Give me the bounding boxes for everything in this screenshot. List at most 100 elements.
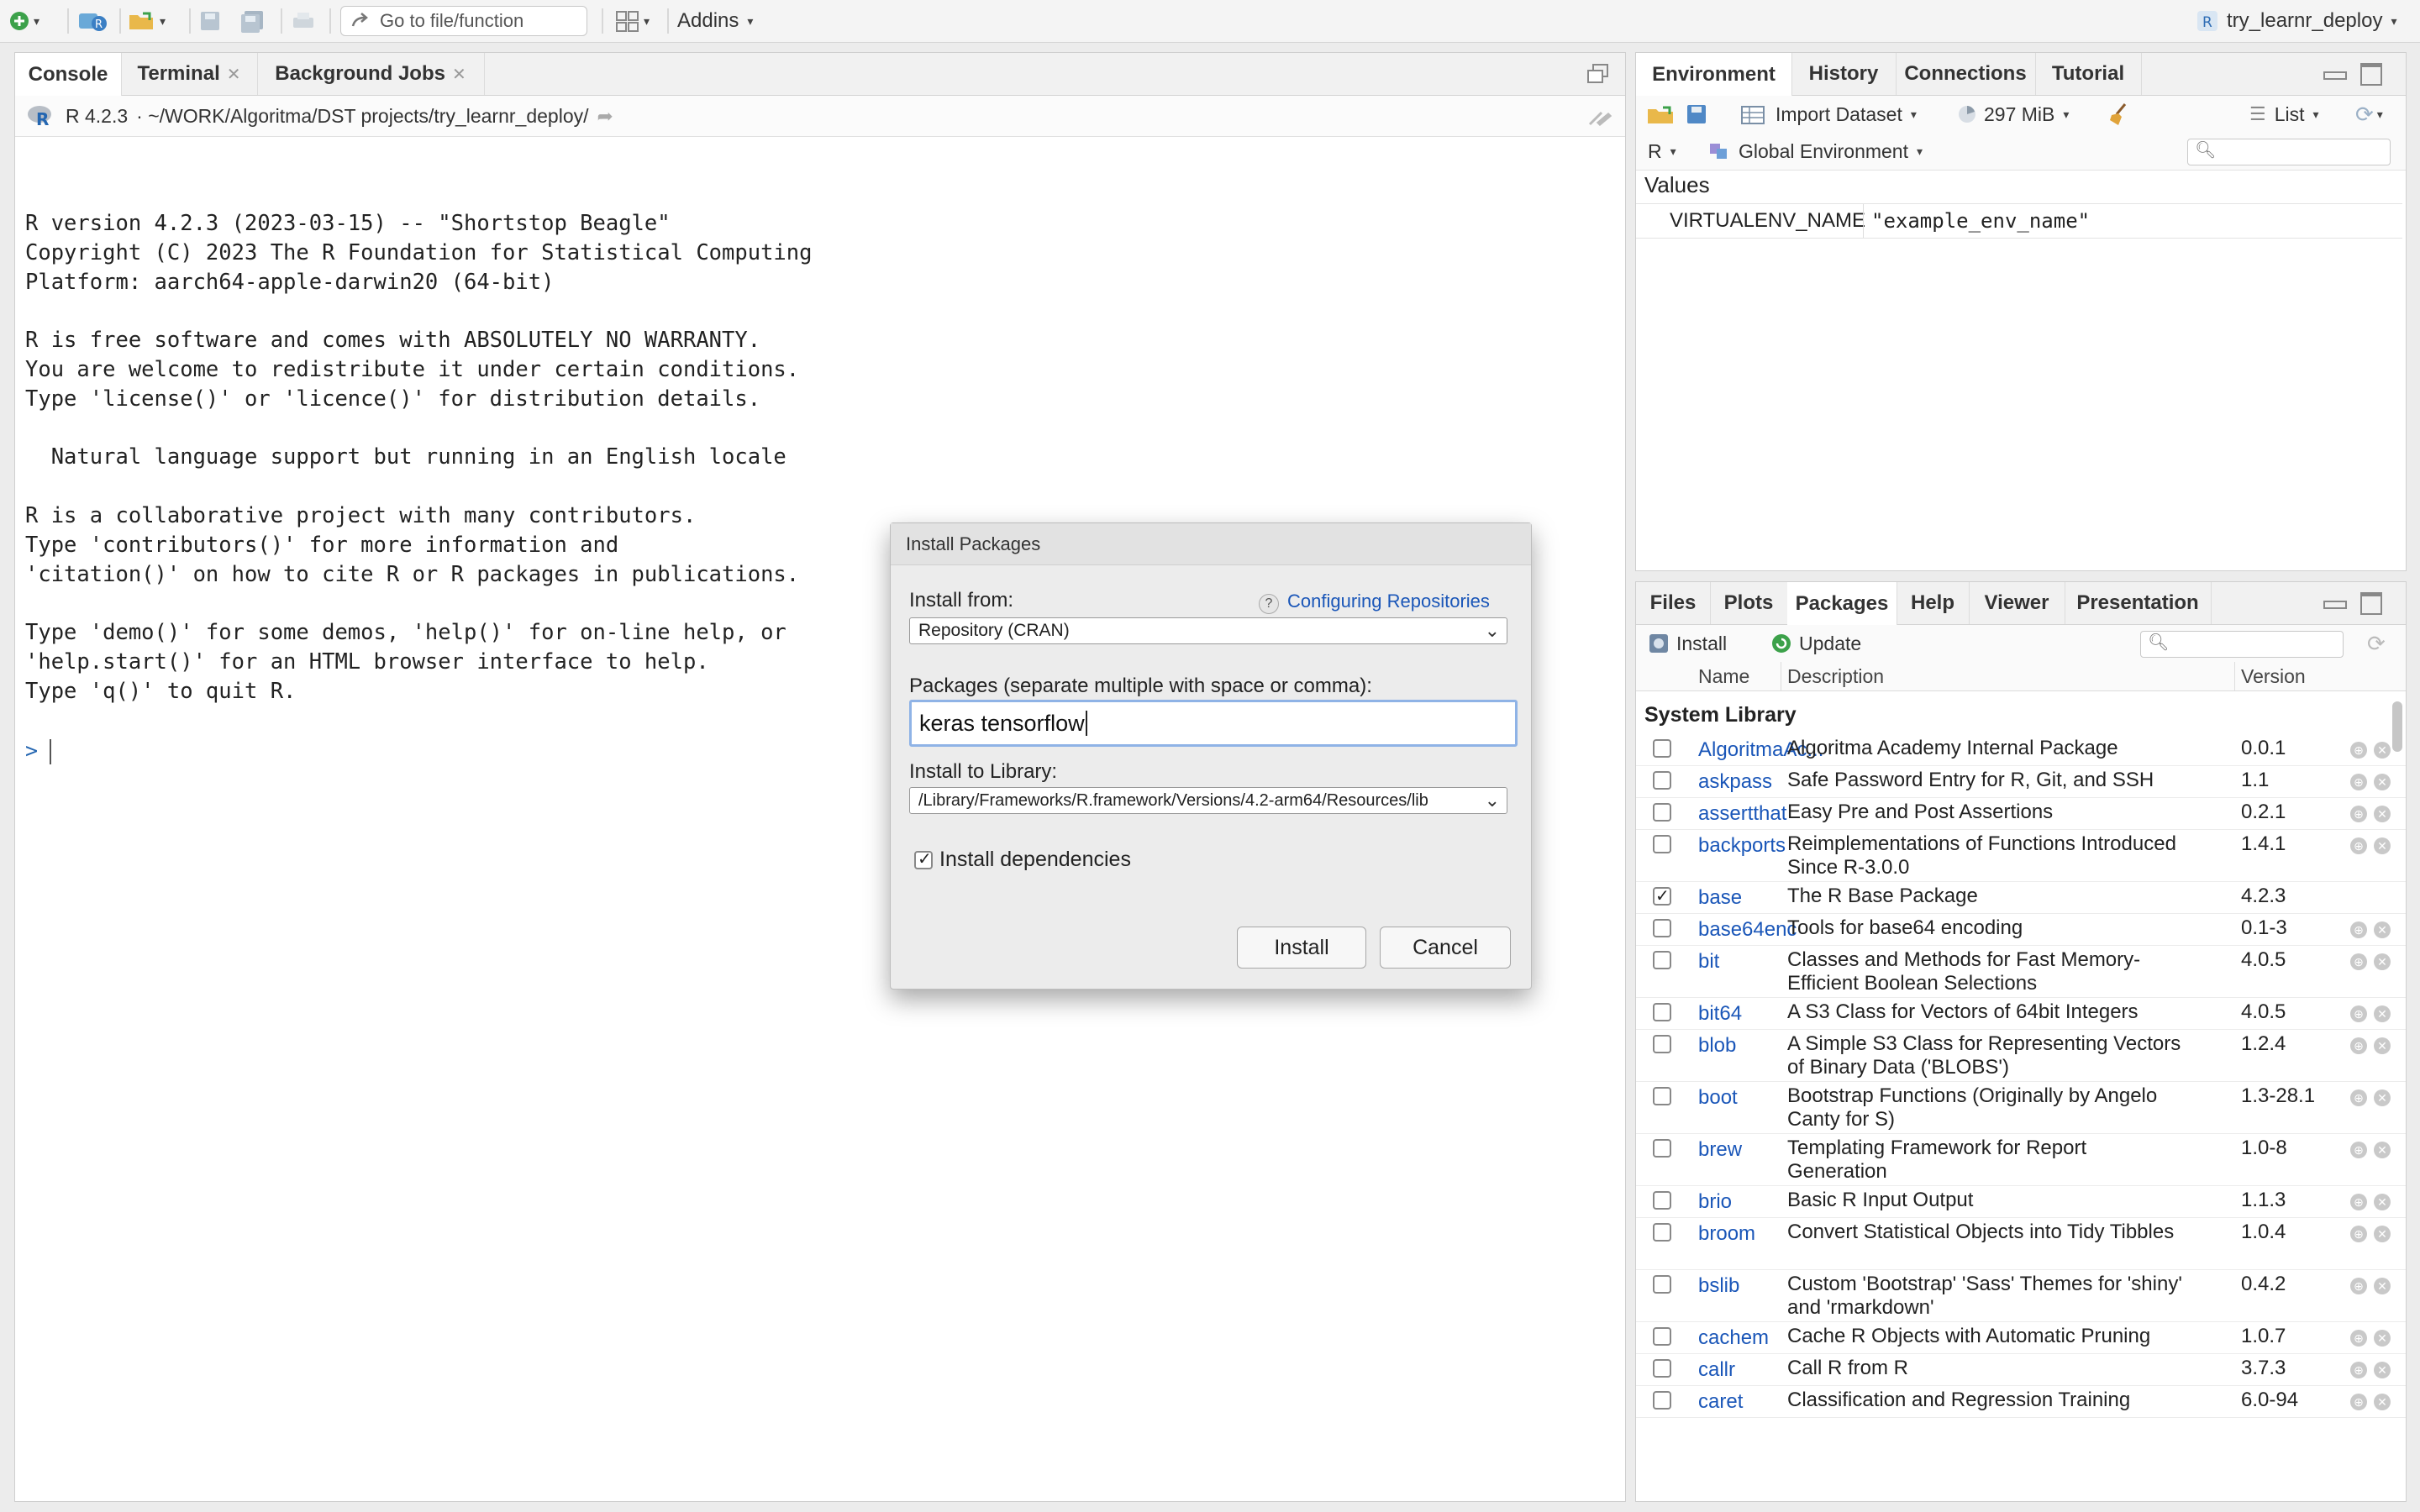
remove-package-icon[interactable]: ✕	[2374, 1226, 2391, 1242]
remove-package-icon[interactable]: ✕	[2374, 1037, 2391, 1054]
package-website-icon[interactable]: ⊕	[2350, 1362, 2367, 1378]
package-website-icon[interactable]: ⊕	[2350, 1005, 2367, 1022]
package-name-link[interactable]: brio	[1698, 1190, 1732, 1214]
package-name-link[interactable]: bslib	[1698, 1274, 1739, 1298]
configuring-repositories-link[interactable]: ? Configuring Repositories	[1259, 591, 1490, 614]
package-load-checkbox[interactable]	[1653, 835, 1671, 853]
column-name[interactable]: Name	[1698, 665, 1749, 688]
env-search-input[interactable]: 🔍︎	[2187, 139, 2391, 165]
remove-package-icon[interactable]: ✕	[2374, 1142, 2391, 1158]
remove-package-icon[interactable]: ✕	[2374, 1005, 2391, 1022]
package-load-checkbox[interactable]	[1653, 951, 1671, 969]
env-variable-row[interactable]: VIRTUALENV_NAME "example_env_name"	[1636, 203, 2402, 239]
package-name-link[interactable]: callr	[1698, 1358, 1735, 1382]
maximize-pane-button[interactable]	[2360, 592, 2382, 615]
import-dataset-menu[interactable]: Import Dataset ▾	[1740, 96, 1917, 133]
column-description[interactable]: Description	[1787, 665, 1884, 688]
package-name-link[interactable]: bit	[1698, 950, 1719, 974]
refresh-env-button[interactable]: ⟳ ▾	[2355, 96, 2383, 133]
new-project-button[interactable]: R	[77, 8, 109, 34]
console-prompt[interactable]: >	[25, 738, 52, 764]
package-load-checkbox[interactable]	[1653, 1275, 1671, 1294]
maximize-pane-button[interactable]	[2360, 63, 2382, 86]
install-button[interactable]: Install	[1237, 927, 1366, 969]
tab-plots[interactable]: Plots	[1710, 582, 1788, 624]
remove-package-icon[interactable]: ✕	[2374, 953, 2391, 970]
tab-environment[interactable]: Environment	[1636, 53, 1792, 96]
save-workspace-button[interactable]	[1685, 96, 1708, 133]
package-name-link[interactable]: cachem	[1698, 1326, 1769, 1350]
remove-package-icon[interactable]: ✕	[2374, 837, 2391, 854]
package-website-icon[interactable]: ⊕	[2350, 1089, 2367, 1106]
remove-package-icon[interactable]: ✕	[2374, 921, 2391, 938]
view-mode-menu[interactable]: ☰ List ▾	[2249, 96, 2319, 133]
remove-package-icon[interactable]: ✕	[2374, 1278, 2391, 1294]
remove-package-icon[interactable]: ✕	[2374, 774, 2391, 790]
packages-input[interactable]: keras tensorflow	[909, 700, 1518, 747]
package-load-checkbox[interactable]	[1653, 739, 1671, 758]
remove-package-icon[interactable]: ✕	[2374, 1089, 2391, 1106]
package-name-link[interactable]: broom	[1698, 1222, 1755, 1246]
package-load-checkbox[interactable]	[1653, 1223, 1671, 1242]
tab-files[interactable]: Files	[1636, 582, 1711, 624]
remove-package-icon[interactable]: ✕	[2374, 1194, 2391, 1210]
clear-workspace-button[interactable]	[2107, 96, 2132, 133]
goto-file-input[interactable]: Go to file/function	[340, 6, 587, 36]
package-website-icon[interactable]: ⊕	[2350, 1194, 2367, 1210]
package-website-icon[interactable]: ⊕	[2350, 774, 2367, 790]
tab-terminal[interactable]: Terminal ✕	[121, 53, 258, 95]
library-select[interactable]: /Library/Frameworks/R.framework/Versions…	[909, 787, 1507, 814]
new-file-button[interactable]: ▾	[8, 8, 39, 34]
column-version[interactable]: Version	[2241, 665, 2306, 688]
remove-package-icon[interactable]: ✕	[2374, 1362, 2391, 1378]
close-icon[interactable]: ✕	[227, 64, 241, 85]
packages-scrollbar[interactable]	[2392, 701, 2402, 752]
package-name-link[interactable]: askpass	[1698, 770, 1772, 794]
tab-packages[interactable]: Packages	[1787, 582, 1897, 625]
package-name-link[interactable]: base64enc	[1698, 918, 1797, 942]
goto-directory-icon[interactable]: ➦	[597, 105, 613, 128]
project-menu[interactable]: R try_learnr_deploy ▾	[2195, 8, 2396, 34]
install-from-select[interactable]: Repository (CRAN) ⌄	[909, 617, 1507, 644]
package-load-checkbox[interactable]	[1653, 1139, 1671, 1158]
save-all-button[interactable]	[239, 8, 267, 34]
restore-pane-button[interactable]	[1586, 63, 1610, 89]
package-website-icon[interactable]: ⊕	[2350, 1037, 2367, 1054]
package-load-checkbox[interactable]	[1653, 1359, 1671, 1378]
clear-console-button[interactable]	[1586, 104, 1612, 131]
package-name-link[interactable]: boot	[1698, 1086, 1738, 1110]
save-button[interactable]	[198, 8, 222, 34]
package-name-link[interactable]: backports	[1698, 834, 1786, 858]
package-website-icon[interactable]: ⊕	[2350, 921, 2367, 938]
install-dependencies-checkbox[interactable]: ✓ Install dependencies	[914, 848, 1131, 872]
remove-package-icon[interactable]: ✕	[2374, 806, 2391, 822]
package-load-checkbox[interactable]	[1653, 803, 1671, 822]
package-load-checkbox[interactable]	[1653, 1191, 1671, 1210]
tab-tutorial[interactable]: Tutorial	[2035, 53, 2142, 95]
package-load-checkbox[interactable]	[1653, 1327, 1671, 1346]
package-load-checkbox[interactable]	[1653, 1087, 1671, 1105]
tab-history[interactable]: History	[1791, 53, 1897, 95]
package-load-checkbox[interactable]	[1653, 1035, 1671, 1053]
package-website-icon[interactable]: ⊕	[2350, 953, 2367, 970]
package-website-icon[interactable]: ⊕	[2350, 742, 2367, 759]
packages-search-input[interactable]: 🔍︎	[2140, 631, 2344, 658]
package-website-icon[interactable]: ⊕	[2350, 1330, 2367, 1347]
tab-background-jobs[interactable]: Background Jobs ✕	[257, 53, 485, 95]
print-button[interactable]	[291, 8, 316, 34]
package-website-icon[interactable]: ⊕	[2350, 1394, 2367, 1410]
scope-menu[interactable]: Global Environment ▾	[1708, 133, 1923, 170]
package-load-checkbox[interactable]	[1653, 885, 1671, 906]
install-packages-button[interactable]: Install	[1648, 625, 1727, 662]
package-website-icon[interactable]: ⊕	[2350, 806, 2367, 822]
remove-package-icon[interactable]: ✕	[2374, 742, 2391, 759]
minimize-pane-button[interactable]	[2323, 601, 2347, 609]
package-name-link[interactable]: bit64	[1698, 1002, 1742, 1026]
package-name-link[interactable]: blob	[1698, 1034, 1736, 1058]
layout-button[interactable]: ▾	[615, 8, 650, 34]
package-website-icon[interactable]: ⊕	[2350, 1278, 2367, 1294]
tab-presentation[interactable]: Presentation	[2065, 582, 2212, 624]
package-website-icon[interactable]: ⊕	[2350, 1142, 2367, 1158]
package-name-link[interactable]: caret	[1698, 1390, 1743, 1414]
package-name-link[interactable]: base	[1698, 886, 1742, 910]
